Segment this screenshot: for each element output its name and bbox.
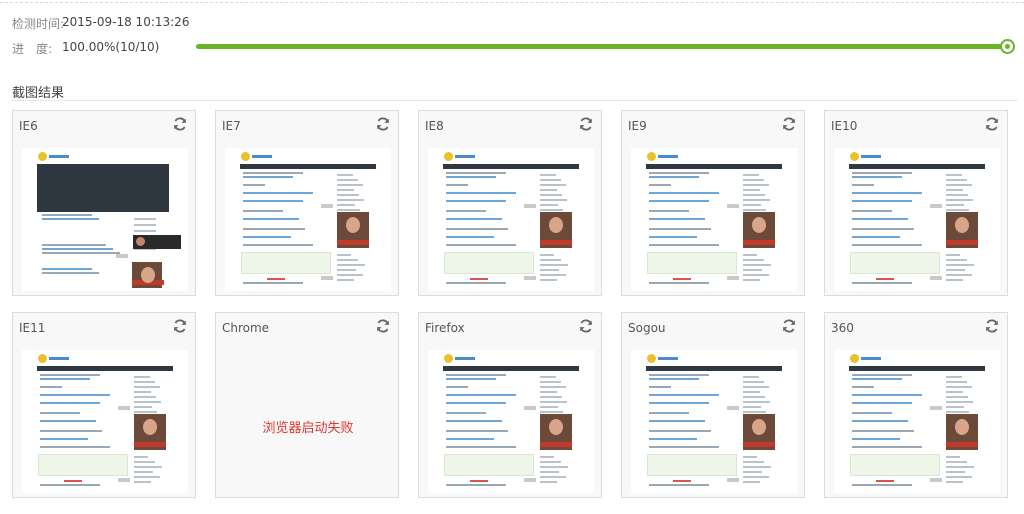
progress-fill xyxy=(196,44,1008,49)
screenshot-thumbnail[interactable] xyxy=(834,148,1000,291)
detect-time-value: 2015-09-18 10:13:26 xyxy=(62,15,190,29)
refresh-icon[interactable] xyxy=(375,116,391,132)
browser-card-chrome: Chrome 浏览器启动失败 xyxy=(215,312,399,498)
progress-bar xyxy=(196,39,1015,54)
browser-card-ie6: IE6 xyxy=(12,110,196,296)
browser-name: IE9 xyxy=(628,119,647,133)
thumbnail-page xyxy=(631,350,797,493)
browser-name: Firefox xyxy=(425,321,465,335)
screenshot-thumbnail[interactable] xyxy=(428,350,594,493)
refresh-icon[interactable] xyxy=(578,318,594,334)
progress-label: 进 度: xyxy=(12,42,53,56)
screenshot-thumbnail[interactable] xyxy=(22,350,188,493)
browser-name: IE11 xyxy=(19,321,46,335)
thumbnail-page xyxy=(428,148,594,291)
browser-name: IE7 xyxy=(222,119,241,133)
screenshot-thumbnail[interactable] xyxy=(631,148,797,291)
browser-name: IE10 xyxy=(831,119,858,133)
thumbnail-page xyxy=(834,350,1000,493)
thumbnail-page xyxy=(631,148,797,291)
section-title: 截图结果 xyxy=(12,86,65,101)
top-divider xyxy=(0,2,1024,3)
screenshot-thumbnail[interactable] xyxy=(428,148,594,291)
detect-time-label: 检测时间: xyxy=(12,17,65,31)
browser-name: Sogou xyxy=(628,321,666,335)
refresh-icon[interactable] xyxy=(781,116,797,132)
browser-card-ie7: IE7 xyxy=(215,110,399,296)
refresh-icon[interactable] xyxy=(578,116,594,132)
browser-name: Chrome xyxy=(222,321,270,335)
refresh-icon[interactable] xyxy=(172,116,188,132)
browser-card-sogou: Sogou xyxy=(621,312,805,498)
screenshot-thumbnail[interactable] xyxy=(22,148,188,291)
browser-name: IE8 xyxy=(425,119,444,133)
error-message: 浏览器启动失败 xyxy=(262,421,354,436)
refresh-icon[interactable] xyxy=(172,318,188,334)
browser-card-ie8: IE8 xyxy=(418,110,602,296)
browser-name: 360 xyxy=(831,321,854,335)
browser-card-360: 360 xyxy=(824,312,1008,498)
thumbnail-page xyxy=(225,148,391,291)
browser-card-ie10: IE10 xyxy=(824,110,1008,296)
refresh-icon[interactable] xyxy=(781,318,797,334)
section-divider xyxy=(12,100,1018,101)
thumbnail-page xyxy=(428,350,594,493)
screenshot-grid: IE6 IE7 IE8 IE9 IE10 IE11 Chrome 浏览器启动失败 Firefox… xyxy=(12,110,1018,498)
browser-card-ie9: IE9 xyxy=(621,110,805,296)
browser-card-firefox: Firefox xyxy=(418,312,602,498)
progress-knob xyxy=(1000,39,1015,54)
screenshot-thumbnail[interactable] xyxy=(225,148,391,291)
thumbnail-page xyxy=(22,350,188,493)
refresh-icon[interactable] xyxy=(984,318,1000,334)
screenshot-thumbnail[interactable] xyxy=(834,350,1000,493)
refresh-icon[interactable] xyxy=(375,318,391,334)
browser-name: IE6 xyxy=(19,119,38,133)
thumbnail-page xyxy=(834,148,1000,291)
thumbnail-page xyxy=(22,148,188,291)
browser-card-ie11: IE11 xyxy=(12,312,196,498)
screenshot-thumbnail[interactable] xyxy=(631,350,797,493)
progress-value: 100.00%(10/10) xyxy=(62,40,160,54)
refresh-icon[interactable] xyxy=(984,116,1000,132)
